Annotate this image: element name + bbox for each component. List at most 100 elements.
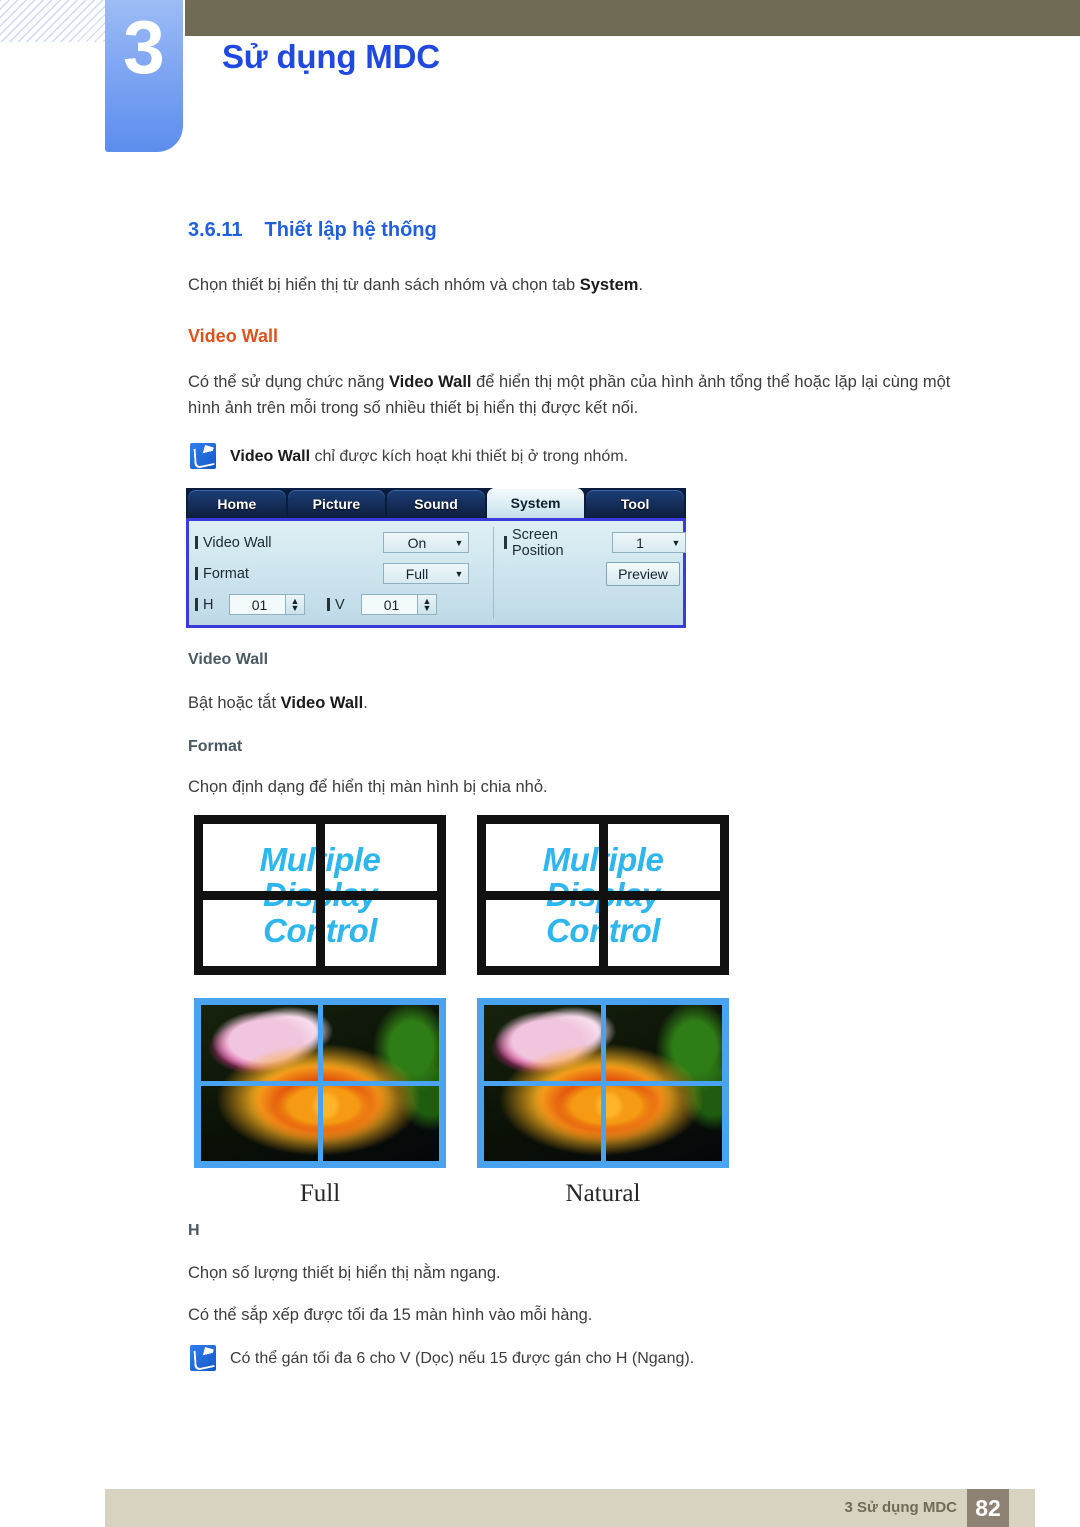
wall-photo-full: [194, 998, 446, 1168]
label-format: Format: [195, 566, 383, 582]
header-olive-bar: [185, 0, 1080, 36]
wall-diagram-natural-text: Multiple Display Control: [477, 815, 729, 975]
subsection-h-body-line2: Có thể sắp xếp được tối đa 15 màn hình v…: [188, 1306, 593, 1324]
desc-bold-videowall: Video Wall: [388, 373, 472, 391]
label-bullet-bar: [195, 536, 198, 549]
subsection-format-heading: Format: [188, 738, 243, 755]
flower-image: [605, 1005, 722, 1081]
desc-part-b: để hiển thị một phần của hình ảnh tổng t…: [471, 373, 919, 391]
flower-image: [201, 1005, 318, 1081]
note-text: Video Wall chỉ được kích hoạt khi thiết …: [230, 443, 628, 469]
stepper-v-value: 01: [383, 596, 400, 613]
chevron-down-icon: ▼: [454, 537, 464, 548]
intro-bold-system: System: [579, 276, 639, 294]
vw-body-a: Bật hoặc tắt: [188, 694, 281, 712]
note-callout-h: Có thể gán tối đa 6 cho V (Dọc) nếu 15 đ…: [190, 1345, 970, 1371]
mdc-panel-system: Video Wall On ▼ Format Full ▼ H 01 ▲ ▼ V…: [186, 518, 686, 628]
photo-tile: [201, 1005, 318, 1081]
mdc-column-left: Video Wall On ▼ Format Full ▼ H 01 ▲ ▼ V…: [195, 527, 494, 619]
section-number: 3.6.11: [188, 219, 243, 241]
subsection-video-wall-body: Bật hoặc tắt Video Wall.: [188, 690, 368, 716]
tab-system[interactable]: System: [486, 488, 585, 518]
photo-tile: [484, 1005, 601, 1081]
label-v-text: V: [335, 596, 345, 613]
field-row-screen-position: Screen Position 1 ▼: [504, 527, 686, 559]
subsection-video-wall-heading: Video Wall: [188, 651, 269, 668]
chevron-down-icon: ▼: [454, 568, 464, 579]
flower-image: [605, 1085, 722, 1161]
section-title: Thiết lập hệ thống: [264, 219, 437, 241]
chevron-down-icon: ▼: [671, 537, 681, 548]
mdc-column-right: Screen Position 1 ▼ Preview: [494, 527, 686, 619]
photo-tile: [605, 1005, 722, 1081]
flower-image: [201, 1085, 318, 1161]
tab-tool[interactable]: Tool: [586, 490, 684, 518]
subsection-h-heading: H: [188, 1222, 200, 1239]
mdc-dialog[interactable]: Home Picture Sound System Tool Video Wal…: [186, 488, 686, 628]
video-wall-heading: Video Wall: [188, 326, 279, 346]
label-video-wall-text: Video Wall: [203, 534, 272, 551]
label-v: V: [327, 597, 361, 613]
photo-tile: [201, 1085, 318, 1161]
label-format-text: Format: [203, 565, 249, 582]
decorative-hatch-pattern: [0, 0, 105, 42]
intro-suffix: .: [638, 276, 644, 294]
photo-tile: [322, 1085, 439, 1161]
label-screen-position: Screen Position: [504, 527, 612, 559]
section-intro-paragraph: Chọn thiết bị hiển thị từ danh sách nhóm…: [188, 272, 643, 298]
label-video-wall: Video Wall: [195, 535, 383, 551]
photo-tile: [322, 1005, 439, 1081]
stepper-h[interactable]: 01 ▲ ▼: [229, 594, 305, 615]
tab-sound[interactable]: Sound: [387, 490, 485, 518]
video-wall-description: Có thể sử dụng chức năng Video Wall để h…: [188, 369, 978, 421]
label-bullet-bar: [504, 536, 507, 549]
label-bullet-bar: [195, 567, 198, 580]
chapter-number-badge: 3: [105, 0, 183, 152]
select-video-wall-value: On: [407, 534, 427, 551]
label-bullet-bar: [195, 598, 198, 611]
vw-body-b: .: [363, 694, 368, 712]
mdc-tab-bar[interactable]: Home Picture Sound System Tool: [186, 488, 686, 518]
select-screen-position[interactable]: 1 ▼: [612, 532, 686, 553]
tab-home[interactable]: Home: [188, 490, 286, 518]
vw-body-bold: Video Wall: [280, 694, 364, 712]
subsection-h-body-line1: Chọn số lượng thiết bị hiển thị nằm ngan…: [188, 1264, 501, 1282]
stepper-arrows-icon[interactable]: ▲ ▼: [285, 595, 304, 614]
tab-picture[interactable]: Picture: [287, 490, 386, 518]
page-title: Sử dụng MDC: [222, 38, 440, 75]
note-callout-videowall: Video Wall chỉ được kích hoạt khi thiết …: [190, 443, 950, 469]
photo-tile: [605, 1085, 722, 1161]
wall-diagram-full-text: Multiple Display Control: [194, 815, 446, 975]
label-bullet-bar: [327, 598, 330, 611]
footer-page-number: 82: [967, 1489, 1009, 1527]
footer-label: 3 Sử dụng MDC: [844, 1499, 957, 1516]
mode-label-full: Full: [299, 1180, 341, 1207]
photo-tile: [484, 1085, 601, 1161]
note-pen-icon: [190, 1345, 216, 1371]
field-row-format: Format Full ▼: [195, 558, 487, 589]
note-bold-videowall: Video Wall: [230, 448, 311, 465]
note-pen-icon: [190, 443, 216, 469]
wall-photo-natural: [477, 998, 729, 1168]
mode-label-natural: Natural: [565, 1180, 641, 1207]
section-heading: 3.6.11 Thiết lập hệ thống: [188, 219, 437, 242]
subsection-format-body: Chọn định dạng để hiển thị màn hình bị c…: [188, 778, 548, 796]
select-screen-position-value: 1: [636, 534, 644, 551]
field-row-video-wall: Video Wall On ▼: [195, 527, 487, 558]
label-screen-position-text: Screen Position: [511, 526, 564, 559]
intro-prefix: Chọn thiết bị hiển thị từ danh sách nhóm…: [188, 276, 580, 294]
footer-bar: 3 Sử dụng MDC: [105, 1489, 1035, 1527]
desc-part-a: Có thể sử dụng chức năng: [188, 373, 389, 391]
stepper-arrows-icon[interactable]: ▲ ▼: [417, 595, 436, 614]
label-h: H: [195, 597, 229, 613]
flower-image: [484, 1085, 601, 1161]
select-video-wall[interactable]: On ▼: [383, 532, 469, 553]
label-h-text: H: [203, 596, 214, 613]
flower-image: [322, 1085, 439, 1161]
preview-button[interactable]: Preview: [606, 561, 680, 586]
grid-divider-horizontal: [486, 891, 720, 900]
select-format[interactable]: Full ▼: [383, 563, 469, 584]
stepper-v[interactable]: 01 ▲ ▼: [361, 594, 437, 615]
flower-image: [484, 1005, 601, 1081]
stepper-h-value: 01: [251, 596, 268, 613]
